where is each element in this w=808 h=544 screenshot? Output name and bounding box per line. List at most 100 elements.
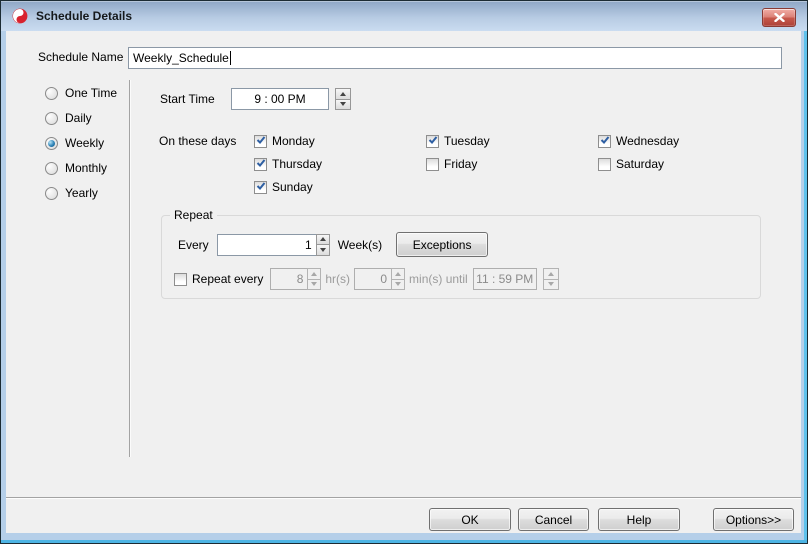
- check-icon: [256, 180, 266, 194]
- check-icon: [600, 134, 610, 148]
- repeat-interval-row: Every 1 Week(s) Exceptions: [178, 232, 488, 257]
- start-time-value: 9 : 00 PM: [254, 92, 305, 106]
- radio-icon: [45, 137, 58, 150]
- start-time-spinner: [335, 88, 351, 110]
- day-label: Friday: [444, 157, 477, 171]
- checkbox-icon: [426, 135, 439, 148]
- repeat-groupbox: Repeat Every 1 Week(s) Exceptions Repeat: [161, 215, 761, 299]
- close-icon: [774, 13, 785, 22]
- on-these-days-label: On these days: [159, 133, 236, 149]
- frame-accent-right: [804, 31, 807, 543]
- text-caret: [230, 51, 231, 65]
- checkbox-icon: [598, 135, 611, 148]
- spin-down-button: [543, 279, 559, 291]
- check-icon: [256, 134, 266, 148]
- checkbox-icon: [254, 158, 267, 171]
- check-icon: [256, 157, 266, 171]
- arrow-down-icon: [548, 282, 554, 286]
- arrow-down-icon: [395, 282, 401, 286]
- arrow-up-icon: [340, 92, 346, 96]
- hours-value: 8: [297, 272, 304, 286]
- frame-accent-bottom: [1, 540, 807, 543]
- day-checkbox-thursday[interactable]: Thursday: [254, 156, 322, 172]
- footer-separator: [6, 497, 801, 498]
- radio-monthly[interactable]: Monthly: [45, 160, 107, 176]
- day-label: Tuesday: [444, 134, 490, 148]
- arrow-up-icon: [395, 272, 401, 276]
- day-checkbox-monday[interactable]: Monday: [254, 133, 315, 149]
- spin-down-button: [391, 279, 405, 291]
- vertical-divider: [129, 80, 130, 457]
- checkbox-icon: [254, 181, 267, 194]
- checkbox-icon: [254, 135, 267, 148]
- ok-button[interactable]: OK: [429, 508, 511, 531]
- until-time-value: 11 : 59 PM: [476, 272, 533, 286]
- radio-daily[interactable]: Daily: [45, 110, 92, 126]
- checkbox-icon: [598, 158, 611, 171]
- arrow-down-icon: [340, 102, 346, 106]
- radio-icon: [45, 87, 58, 100]
- day-label: Wednesday: [616, 134, 679, 148]
- weeks-unit-label: Week(s): [338, 238, 382, 252]
- day-checkbox-saturday[interactable]: Saturday: [598, 156, 664, 172]
- help-button[interactable]: Help: [598, 508, 680, 531]
- arrow-up-icon: [311, 272, 317, 276]
- repeat-every-label: Repeat every: [192, 272, 263, 286]
- day-label: Monday: [272, 134, 315, 148]
- day-checkbox-friday[interactable]: Friday: [426, 156, 477, 172]
- minutes-until-label: min(s) until: [409, 272, 468, 286]
- radio-icon: [45, 187, 58, 200]
- schedule-details-dialog: Schedule Details Schedule Name Weekly_Sc…: [0, 0, 808, 544]
- arrow-down-icon: [311, 282, 317, 286]
- repeat-sub-row: Repeat every 8 hr(s) 0: [174, 268, 559, 290]
- checkbox-icon: [426, 158, 439, 171]
- arrow-up-icon: [548, 272, 554, 276]
- day-checkbox-tuesday[interactable]: Tuesday: [426, 133, 490, 149]
- spin-down-button: [307, 279, 321, 291]
- dialog-client-area: Schedule Name Weekly_Schedule One Time D…: [6, 31, 801, 533]
- schedule-name-label: Schedule Name: [38, 49, 123, 65]
- radio-yearly[interactable]: Yearly: [45, 185, 98, 201]
- until-time-spinner: [543, 268, 559, 290]
- arrow-up-icon: [320, 237, 326, 241]
- start-time-input[interactable]: 9 : 00 PM: [231, 88, 329, 110]
- day-label: Thursday: [272, 157, 322, 171]
- titlebar: Schedule Details: [1, 1, 807, 31]
- radio-weekly[interactable]: Weekly: [45, 135, 104, 151]
- comodo-swirl-icon: [12, 8, 28, 24]
- until-time-input: 11 : 59 PM: [473, 268, 537, 290]
- minutes-input: 0: [354, 268, 392, 290]
- arrow-down-icon: [320, 248, 326, 252]
- every-value: 1: [305, 238, 312, 252]
- radio-icon: [45, 162, 58, 175]
- day-checkbox-wednesday[interactable]: Wednesday: [598, 133, 679, 149]
- spin-down-button[interactable]: [335, 99, 351, 111]
- start-time-label: Start Time: [160, 91, 215, 107]
- schedule-name-value: Weekly_Schedule: [133, 51, 229, 65]
- repeat-group-label: Repeat: [170, 208, 217, 223]
- radio-icon: [45, 112, 58, 125]
- check-icon: [428, 134, 438, 148]
- exceptions-button[interactable]: Exceptions: [396, 232, 488, 257]
- radio-label: Daily: [65, 111, 92, 125]
- radio-one-time[interactable]: One Time: [45, 85, 117, 101]
- hours-unit-label: hr(s): [325, 272, 350, 286]
- radio-label: Monthly: [65, 161, 107, 175]
- spin-down-button[interactable]: [316, 244, 330, 256]
- hours-input: 8: [270, 268, 308, 290]
- radio-label: Yearly: [65, 186, 98, 200]
- schedule-name-input[interactable]: Weekly_Schedule: [128, 47, 782, 69]
- repeat-every-checkbox[interactable]: [174, 273, 187, 286]
- minutes-value: 0: [380, 272, 387, 286]
- close-button[interactable]: [762, 8, 796, 27]
- day-checkbox-sunday[interactable]: Sunday: [254, 179, 313, 195]
- minutes-spinner: [391, 268, 405, 290]
- hours-spinner: [307, 268, 321, 290]
- every-input[interactable]: 1: [217, 234, 317, 256]
- options-button[interactable]: Options>>: [713, 508, 794, 531]
- every-label: Every: [178, 238, 209, 252]
- cancel-button[interactable]: Cancel: [518, 508, 589, 531]
- radio-label: Weekly: [65, 136, 104, 150]
- radio-label: One Time: [65, 86, 117, 100]
- week-spinner: [316, 234, 330, 256]
